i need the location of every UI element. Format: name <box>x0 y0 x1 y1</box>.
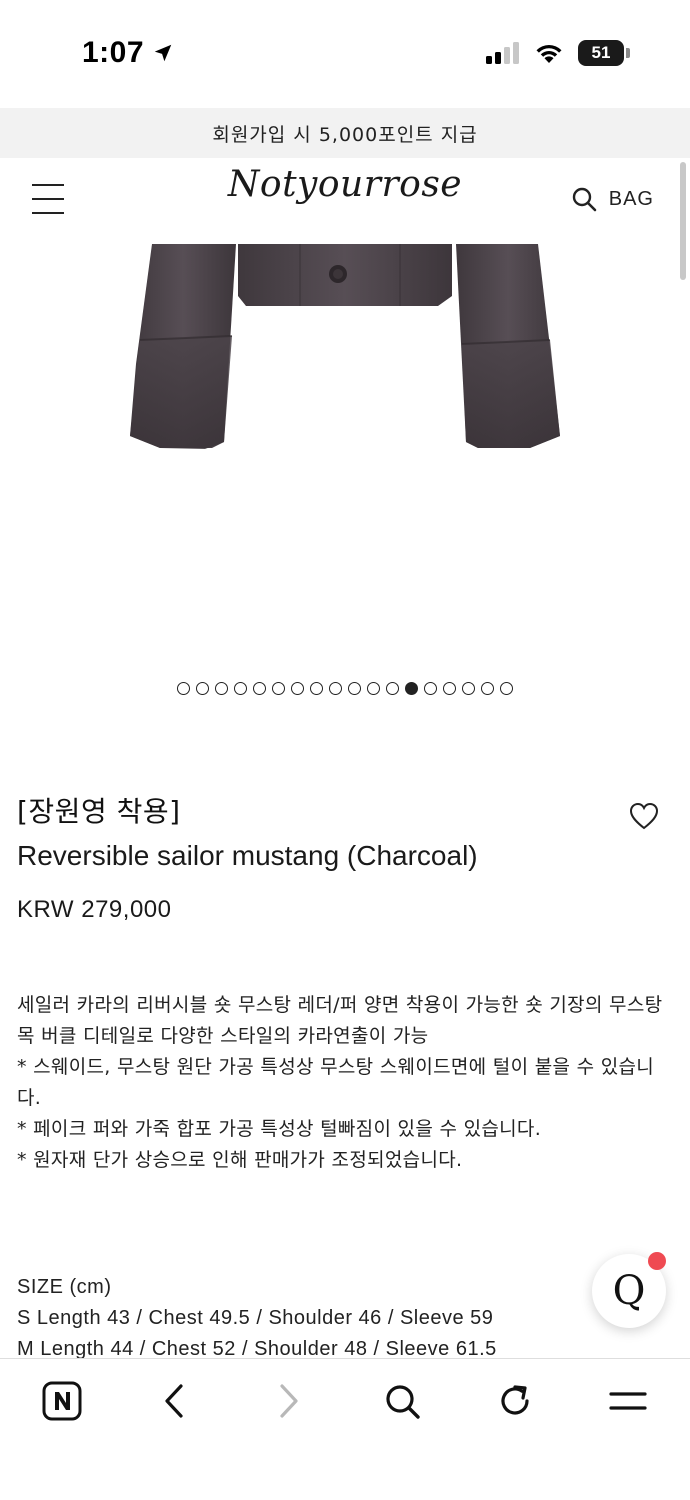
battery-icon: 51 <box>578 40 630 66</box>
description-line: * 스웨이드, 무스탕 원단 가공 특성상 무스탕 스웨이드면에 털이 붙을 수… <box>17 1056 655 1109</box>
carousel-dot[interactable] <box>310 682 323 695</box>
carousel-dot[interactable] <box>253 682 266 695</box>
carousel-dot[interactable] <box>462 682 475 695</box>
product-name: Reversible sailor mustang (Charcoal) <box>17 840 478 871</box>
status-indicators: 51 <box>486 40 630 66</box>
carousel-dot[interactable] <box>177 682 190 695</box>
naver-home-icon[interactable] <box>40 1379 84 1423</box>
battery-body: 51 <box>578 40 624 66</box>
carousel-dot[interactable] <box>367 682 380 695</box>
carousel-dot[interactable] <box>272 682 285 695</box>
menu-line <box>32 212 64 214</box>
status-time-text: 1:07 <box>82 36 145 69</box>
product-description: 세일러 카라의 리버시블 숏 무스탕 레더/퍼 양면 착용이 가능한 숏 기장의… <box>17 990 673 1176</box>
chat-button-label: Q <box>612 1268 646 1314</box>
carousel-dots <box>0 682 690 695</box>
carousel-dot[interactable] <box>481 682 494 695</box>
status-bar: 1:07 51 <box>0 0 690 108</box>
cellular-signal-icon <box>486 42 519 64</box>
promo-banner-text: 회원가입 시 5,000포인트 지급 <box>212 123 478 146</box>
site-header: Notyourrose BAG <box>0 158 690 244</box>
carousel-dot[interactable] <box>348 682 361 695</box>
description-line: 목 버클 디테일로 다양한 스타일의 카라연출이 가능 <box>17 1025 429 1047</box>
description-line: * 원자재 단가 상승으로 인해 판매가가 조정되었습니다. <box>17 1149 463 1171</box>
menu-icon[interactable] <box>606 1379 650 1423</box>
size-info: SIZE (cm) S Length 43 / Chest 49.5 / Sho… <box>17 1272 637 1365</box>
wifi-icon <box>536 44 562 63</box>
heart-icon[interactable] <box>629 802 659 830</box>
product-price: KRW 279,000 <box>17 896 172 923</box>
carousel-dot[interactable] <box>329 682 342 695</box>
size-row: S Length 43 / Chest 49.5 / Shoulder 46 /… <box>17 1307 494 1329</box>
search-icon[interactable] <box>571 186 597 212</box>
size-title: SIZE (cm) <box>17 1276 112 1298</box>
product-image[interactable] <box>0 244 690 664</box>
location-arrow-icon <box>154 44 172 62</box>
back-icon[interactable] <box>153 1379 197 1423</box>
product-info: [장원영 착용] Reversible sailor mustang (Char… <box>17 790 673 924</box>
bag-link[interactable]: BAG <box>609 188 654 211</box>
refresh-icon[interactable] <box>493 1379 537 1423</box>
browser-toolbar <box>0 1358 690 1500</box>
chat-notification-badge <box>648 1252 666 1270</box>
carousel-dot[interactable] <box>215 682 228 695</box>
carousel-dot[interactable] <box>386 682 399 695</box>
carousel-dot[interactable] <box>500 682 513 695</box>
jacket-image <box>130 244 560 449</box>
battery-nub <box>626 48 630 58</box>
product-tag: [장원영 착용] <box>17 795 181 828</box>
forward-icon[interactable] <box>266 1379 310 1423</box>
carousel-dot[interactable] <box>234 682 247 695</box>
carousel-dot[interactable] <box>291 682 304 695</box>
battery-percent: 51 <box>591 43 611 62</box>
promo-banner[interactable]: 회원가입 시 5,000포인트 지급 <box>0 108 690 158</box>
carousel-dot[interactable] <box>405 682 418 695</box>
header-actions: BAG <box>571 186 654 212</box>
carousel-dot[interactable] <box>443 682 456 695</box>
search-icon[interactable] <box>380 1379 424 1423</box>
description-line: * 페이크 퍼와 가죽 합포 가공 특성상 털빠짐이 있을 수 있습니다. <box>17 1118 542 1140</box>
status-time: 1:07 <box>82 36 174 70</box>
carousel-dot[interactable] <box>424 682 437 695</box>
carousel-dot[interactable] <box>196 682 209 695</box>
description-line: 세일러 카라의 리버시블 숏 무스탕 레더/퍼 양면 착용이 가능한 숏 기장의… <box>17 994 663 1016</box>
